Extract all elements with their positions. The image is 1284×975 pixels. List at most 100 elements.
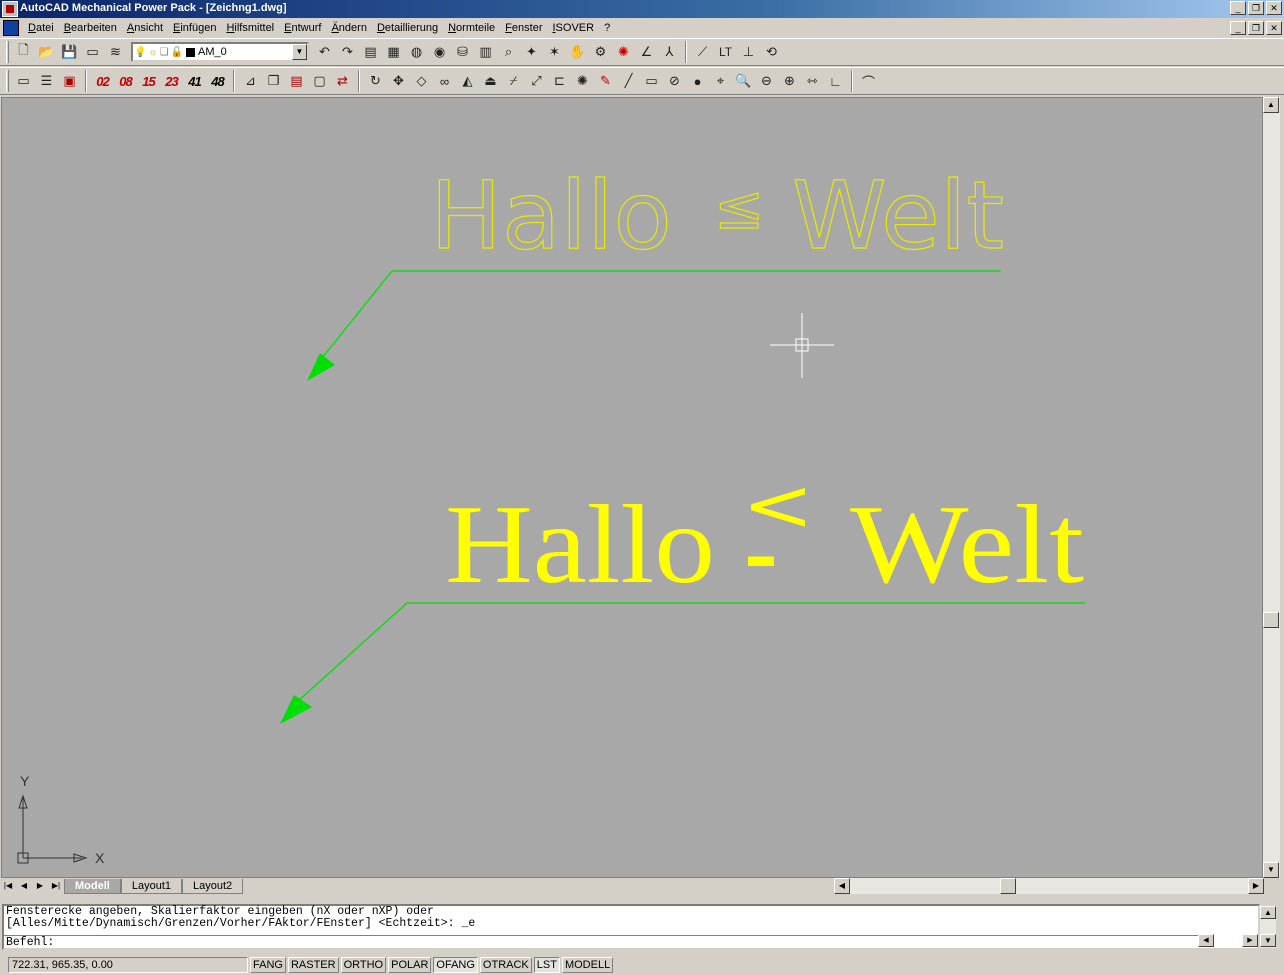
leader-line-2[interactable] [286, 602, 1085, 712]
doc-minimize-button[interactable]: _ [1230, 21, 1246, 35]
menu-detaillierung[interactable]: Detaillierung [372, 19, 443, 37]
layer-combobox[interactable]: 💡 ☼ ❏ 🔓 AM_0 ▼ [131, 42, 309, 62]
doc-close-button[interactable]: ✕ [1266, 21, 1282, 35]
ucs-3d-icon[interactable]: ∟ [824, 70, 847, 92]
sun-icon[interactable]: ☼ [148, 47, 157, 58]
scale-button-15[interactable]: 15 [137, 70, 160, 92]
copy-icon[interactable]: ❐ [262, 70, 285, 92]
mirror-icon[interactable]: ◭ [456, 70, 479, 92]
menu-normteile[interactable]: Normteile [443, 19, 500, 37]
autocad-app-icon[interactable] [2, 1, 18, 17]
orbit-icon[interactable]: ⟲ [760, 41, 783, 63]
menu-bearbeiten[interactable]: Bearbeiten [59, 19, 122, 37]
coordinate-display[interactable]: 722.31, 965.35, 0.00 [8, 957, 248, 973]
lock-icon[interactable]: 🔓 [171, 47, 183, 58]
tool-icon[interactable]: ✦ [520, 41, 543, 63]
tab-next-icon[interactable]: ▶ [32, 879, 48, 894]
status-toggle-ortho[interactable]: ORTHO [340, 957, 387, 973]
gear-icon[interactable]: ⚙ [589, 41, 612, 63]
scale-button-48[interactable]: 48 [206, 70, 229, 92]
status-toggle-raster[interactable]: RASTER [287, 957, 339, 973]
command-prompt[interactable]: Befehl: [4, 935, 1200, 949]
perpendicular-icon[interactable]: ⊥ [737, 41, 760, 63]
globe-icon[interactable]: ◍ [405, 41, 428, 63]
status-toggle-lst[interactable]: LST [533, 957, 560, 973]
menu-hilfsmittel[interactable]: Hilfsmittel [221, 19, 279, 37]
restore-button[interactable]: ❐ [1248, 1, 1264, 15]
polyline-icon[interactable]: ⌒ [857, 70, 880, 92]
extend-icon[interactable]: ⤢ [525, 70, 548, 92]
save-icon[interactable]: 💾 [58, 41, 81, 63]
print-icon[interactable]: ▭ [81, 41, 104, 63]
erase-icon[interactable]: ◇ [410, 70, 433, 92]
sheet-icon[interactable]: ▤ [285, 70, 308, 92]
scale-button-08[interactable]: 08 [114, 70, 137, 92]
frame-icon[interactable]: ▣ [58, 70, 81, 92]
scale-button-23[interactable]: 23 [160, 70, 183, 92]
drawing-vertical-scrollbar[interactable]: ▲ ▼ [1263, 97, 1280, 878]
menu-isover[interactable]: ISOVER [547, 19, 599, 37]
rotate-icon[interactable]: ↻ [364, 70, 387, 92]
tab-prev-icon[interactable]: ◀ [16, 879, 32, 894]
circle-icon[interactable]: ⊘ [663, 70, 686, 92]
scroll-right-button[interactable]: ▶ [1248, 878, 1264, 894]
command-scroll-down-button[interactable]: ▼ [1260, 934, 1276, 947]
zoom-realtime-icon[interactable]: 🔍 [732, 70, 755, 92]
properties-icon[interactable]: ▤ [359, 41, 382, 63]
hatch-icon[interactable]: ⌖ [709, 70, 732, 92]
document-icon[interactable] [3, 20, 19, 36]
menu-entwurf[interactable]: Entwurf [279, 19, 326, 37]
tab-modell[interactable]: Modell [64, 878, 121, 894]
hand-icon[interactable]: ✋ [566, 41, 589, 63]
drawing-text-2-dash[interactable]: - [744, 510, 778, 599]
find-icon[interactable]: ⌕ [497, 41, 520, 63]
zoom-previous-icon[interactable]: ⊖ [755, 70, 778, 92]
explode-icon[interactable]: ✺ [571, 70, 594, 92]
scroll-down-button[interactable]: ▼ [1263, 862, 1279, 878]
leader-line-1[interactable] [313, 270, 1001, 369]
point-icon[interactable]: ● [686, 70, 709, 92]
redo-icon[interactable]: ↷ [336, 41, 359, 63]
pattern-icon[interactable]: ✺ [612, 41, 635, 63]
status-toggle-otrack[interactable]: OTRACK [479, 957, 532, 973]
freeze-icon[interactable]: ❏ [160, 47, 169, 58]
table-icon[interactable]: ▥ [474, 41, 497, 63]
scroll-up-button[interactable]: ▲ [1263, 97, 1279, 113]
status-toggle-ofang[interactable]: OFANG [433, 957, 478, 973]
tab-last-icon[interactable]: ▶| [48, 879, 64, 894]
drawing-text-1-hallo[interactable]: Hallo [429, 161, 672, 271]
doc-restore-button[interactable]: ❐ [1248, 21, 1264, 35]
tab-layout1[interactable]: Layout1 [120, 878, 182, 894]
measure-icon[interactable]: ⇿ [801, 70, 824, 92]
box-icon[interactable]: ▢ [308, 70, 331, 92]
window-icon[interactable]: ▭ [12, 70, 35, 92]
angle-icon[interactable]: ∠ [635, 41, 658, 63]
toolbar-grip[interactable] [6, 41, 9, 63]
swap-icon[interactable]: ⇄ [331, 70, 354, 92]
scale-button-02[interactable]: 02 [91, 70, 114, 92]
menu-einfuegen[interactable]: Einfügen [168, 19, 221, 37]
layers-icon[interactable]: ☰ [35, 70, 58, 92]
minimize-button[interactable]: _ [1230, 1, 1246, 15]
model-space-canvas[interactable]: Hallo ≤ Welt Hallo < - Welt Y X [1, 97, 1263, 878]
vertical-scroll-thumb[interactable] [1263, 612, 1279, 628]
status-toggle-fang[interactable]: FANG [250, 957, 286, 973]
pencil-icon[interactable]: ✎ [594, 70, 617, 92]
layer-manager-icon[interactable]: ≋ [104, 41, 127, 63]
menu-help[interactable]: ? [599, 19, 615, 37]
drawing-text-2-welt[interactable]: Welt [850, 483, 1084, 607]
menu-ansicht[interactable]: Ansicht [122, 19, 168, 37]
render-icon[interactable]: ◉ [428, 41, 451, 63]
spark-icon[interactable]: ✶ [543, 41, 566, 63]
command-window[interactable]: Fensterecke angeben, Skalierfaktor einge… [2, 904, 1260, 950]
design-center-icon[interactable]: ▦ [382, 41, 405, 63]
menu-datei[interactable]: Datei [23, 19, 59, 37]
status-toggle-modell[interactable]: MODELL [561, 957, 614, 973]
horizontal-scroll-thumb[interactable] [1000, 878, 1016, 894]
status-toggle-polar[interactable]: POLAR [388, 957, 432, 973]
command-vertical-scrollbar[interactable]: ▲ ▼ [1260, 906, 1276, 948]
menu-fenster[interactable]: Fenster [500, 19, 547, 37]
copy-object-icon[interactable]: ∞ [433, 70, 456, 92]
toolbar-grip[interactable] [6, 70, 9, 92]
tab-layout2[interactable]: Layout2 [182, 878, 244, 894]
